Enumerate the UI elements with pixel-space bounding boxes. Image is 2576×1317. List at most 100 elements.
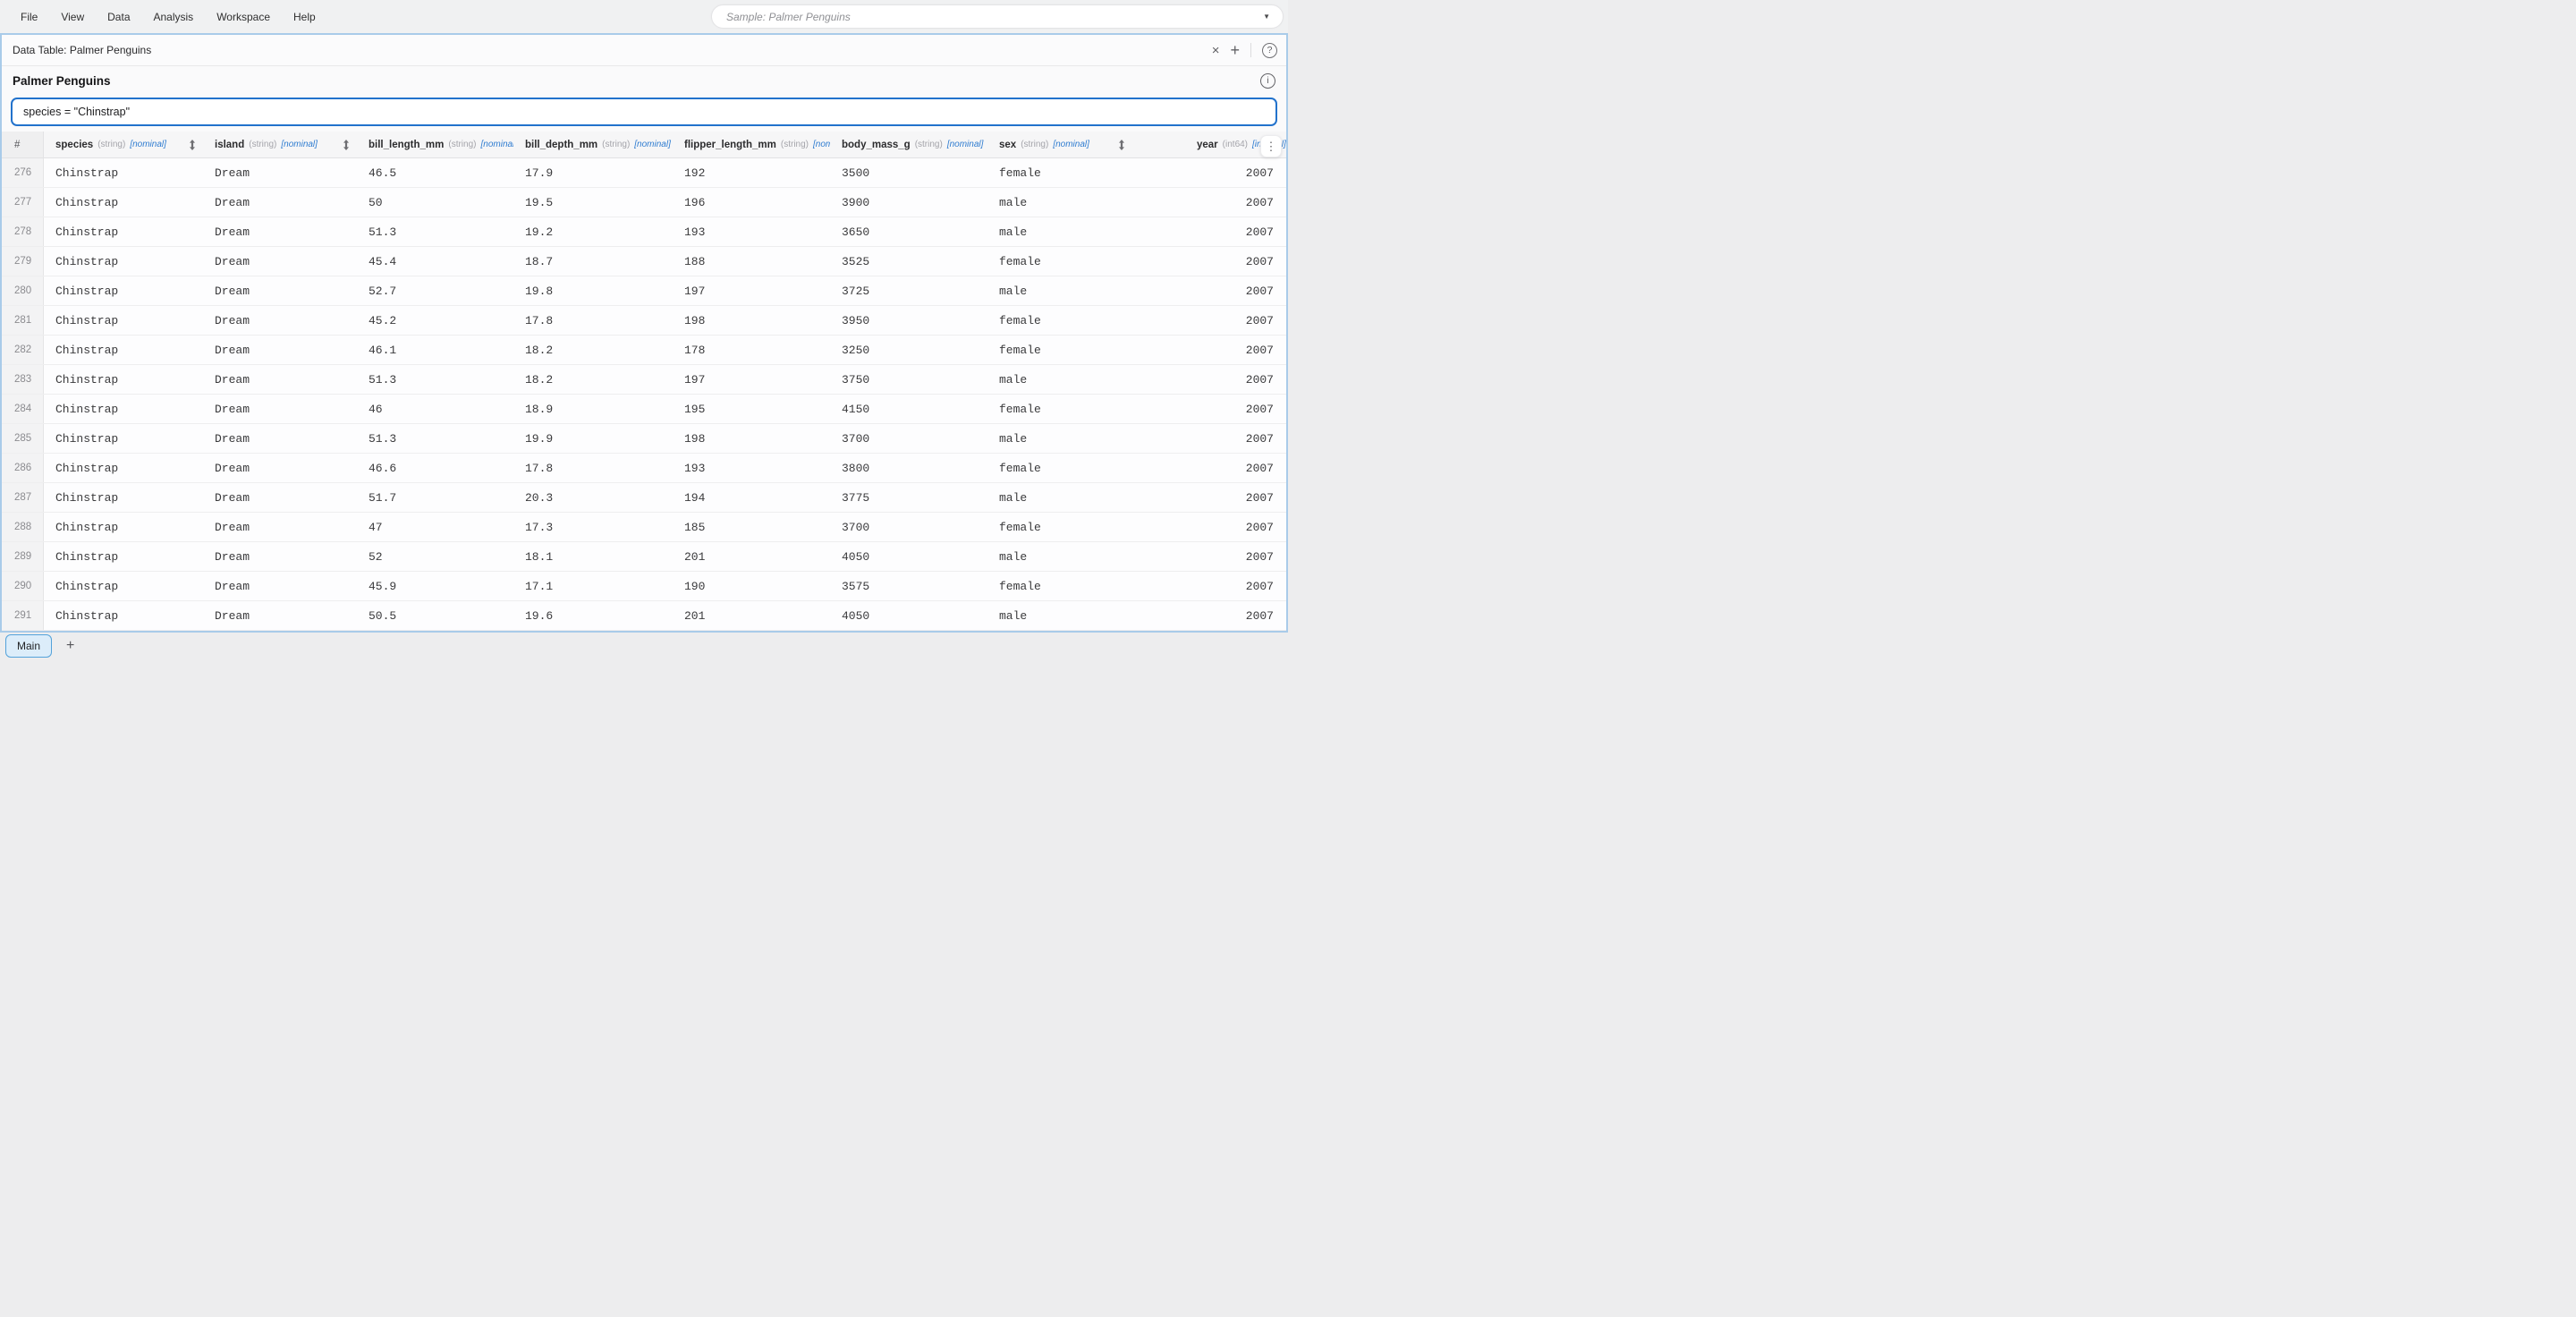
cell-bill_depth_mm: 19.2 — [513, 217, 673, 246]
column-header-sex[interactable]: sex(string)[nominal] — [987, 132, 1132, 157]
menu-view[interactable]: View — [61, 11, 84, 23]
dataset-title: Palmer Penguins — [13, 74, 111, 88]
column-type: (string) — [448, 140, 476, 149]
cell-bill_depth_mm: 20.3 — [513, 483, 673, 512]
cell-bill_depth_mm: 19.6 — [513, 601, 673, 630]
cell-bill_depth_mm: 19.9 — [513, 424, 673, 453]
add-tab-button[interactable]: + — [66, 639, 74, 653]
column-measure-level: [nominal] — [130, 140, 166, 149]
cell-island: Dream — [203, 217, 357, 246]
row-number: 288 — [2, 513, 44, 541]
table-row: 281ChinstrapDream45.217.81983950female20… — [2, 306, 1286, 336]
column-header-flipper_length_mm[interactable]: flipper_length_mm(string)[nominal] — [673, 132, 830, 157]
column-header-species[interactable]: species(string)[nominal] — [44, 132, 203, 157]
data-table-panel: Data Table: Palmer Penguins × + ? Palmer… — [0, 33, 1288, 633]
panel-actions-divider — [1250, 43, 1251, 57]
column-name: bill_length_mm — [369, 140, 444, 150]
table-row: 286ChinstrapDream46.617.81933800female20… — [2, 454, 1286, 483]
cell-species: Chinstrap — [44, 306, 203, 335]
cell-species: Chinstrap — [44, 276, 203, 305]
info-icon[interactable]: i — [1260, 73, 1275, 89]
cell-bill_length_mm: 51.7 — [357, 483, 513, 512]
cell-flipper_length_mm: 201 — [673, 601, 830, 630]
cell-year: 2007 — [1132, 454, 1286, 482]
column-type: (int64) — [1223, 140, 1248, 149]
add-panel-icon[interactable]: + — [1230, 42, 1240, 58]
menu-analysis[interactable]: Analysis — [154, 11, 194, 23]
cell-flipper_length_mm: 198 — [673, 306, 830, 335]
row-number: 286 — [2, 454, 44, 482]
table-row: 287ChinstrapDream51.720.31943775male2007 — [2, 483, 1286, 513]
row-number: 277 — [2, 188, 44, 217]
cell-sex: female — [987, 572, 1132, 600]
cell-sex: female — [987, 395, 1132, 423]
menu-workspace[interactable]: Workspace — [216, 11, 270, 23]
column-header-bill_depth_mm[interactable]: bill_depth_mm(string)[nominal] — [513, 132, 673, 157]
cell-year: 2007 — [1132, 483, 1286, 512]
cell-year: 2007 — [1132, 217, 1286, 246]
row-number-header: # — [2, 132, 44, 157]
cell-flipper_length_mm: 198 — [673, 424, 830, 453]
cell-sex: male — [987, 188, 1132, 217]
help-icon[interactable]: ? — [1262, 43, 1277, 58]
cell-sex: female — [987, 336, 1132, 364]
cell-bill_length_mm: 45.4 — [357, 247, 513, 276]
column-type: (string) — [602, 140, 630, 149]
cell-bill_length_mm: 52.7 — [357, 276, 513, 305]
column-type: (string) — [249, 140, 276, 149]
cell-island: Dream — [203, 247, 357, 276]
column-header-bill_length_mm[interactable]: bill_length_mm(string)[nominal] — [357, 132, 513, 157]
menu-bar: File View Data Analysis Workspace Help S… — [0, 0, 1288, 33]
cell-bill_depth_mm: 18.1 — [513, 542, 673, 571]
table-row: 283ChinstrapDream51.318.21973750male2007 — [2, 365, 1286, 395]
cell-island: Dream — [203, 483, 357, 512]
cell-flipper_length_mm: 193 — [673, 454, 830, 482]
cell-flipper_length_mm: 196 — [673, 188, 830, 217]
column-name: year — [1197, 140, 1218, 150]
cell-year: 2007 — [1132, 158, 1286, 187]
close-icon[interactable]: × — [1212, 44, 1220, 57]
column-header-body_mass_g[interactable]: body_mass_g(string)[nominal] — [830, 132, 987, 157]
cell-species: Chinstrap — [44, 158, 203, 187]
cell-bill_length_mm: 50.5 — [357, 601, 513, 630]
sample-dataset-selector[interactable]: Sample: Palmer Penguins ▼ — [711, 4, 1284, 29]
cell-flipper_length_mm: 197 — [673, 276, 830, 305]
menu-help[interactable]: Help — [293, 11, 316, 23]
sort-icon[interactable] — [1114, 140, 1125, 150]
menu-data[interactable]: Data — [107, 11, 130, 23]
column-menu-button[interactable]: ⋮ — [1260, 135, 1282, 157]
cell-island: Dream — [203, 542, 357, 571]
cell-sex: male — [987, 424, 1132, 453]
column-type: (string) — [781, 140, 809, 149]
table-body: 276ChinstrapDream46.517.91923500female20… — [2, 158, 1286, 631]
cell-species: Chinstrap — [44, 542, 203, 571]
cell-bill_length_mm: 50 — [357, 188, 513, 217]
cell-bill_length_mm: 52 — [357, 542, 513, 571]
tab-main[interactable]: Main — [5, 634, 52, 658]
sort-icon[interactable] — [339, 140, 350, 150]
row-number: 282 — [2, 336, 44, 364]
row-number: 284 — [2, 395, 44, 423]
cell-sex: male — [987, 276, 1132, 305]
cell-island: Dream — [203, 395, 357, 423]
cell-flipper_length_mm: 194 — [673, 483, 830, 512]
filter-expression-input[interactable] — [11, 98, 1277, 126]
column-header-island[interactable]: island(string)[nominal] — [203, 132, 357, 157]
column-type: (string) — [915, 140, 943, 149]
cell-flipper_length_mm: 178 — [673, 336, 830, 364]
row-number: 289 — [2, 542, 44, 571]
column-measure-level: [nominal] — [634, 140, 671, 149]
cell-bill_depth_mm: 17.9 — [513, 158, 673, 187]
cell-sex: female — [987, 158, 1132, 187]
cell-bill_depth_mm: 17.1 — [513, 572, 673, 600]
column-type: (string) — [97, 140, 125, 149]
cell-bill_length_mm: 47 — [357, 513, 513, 541]
row-number: 291 — [2, 601, 44, 630]
cell-sex: male — [987, 542, 1132, 571]
cell-body_mass_g: 4150 — [830, 395, 987, 423]
cell-island: Dream — [203, 454, 357, 482]
cell-species: Chinstrap — [44, 454, 203, 482]
sort-icon[interactable] — [185, 140, 196, 150]
table-row: 282ChinstrapDream46.118.21783250female20… — [2, 336, 1286, 365]
menu-file[interactable]: File — [21, 11, 38, 23]
